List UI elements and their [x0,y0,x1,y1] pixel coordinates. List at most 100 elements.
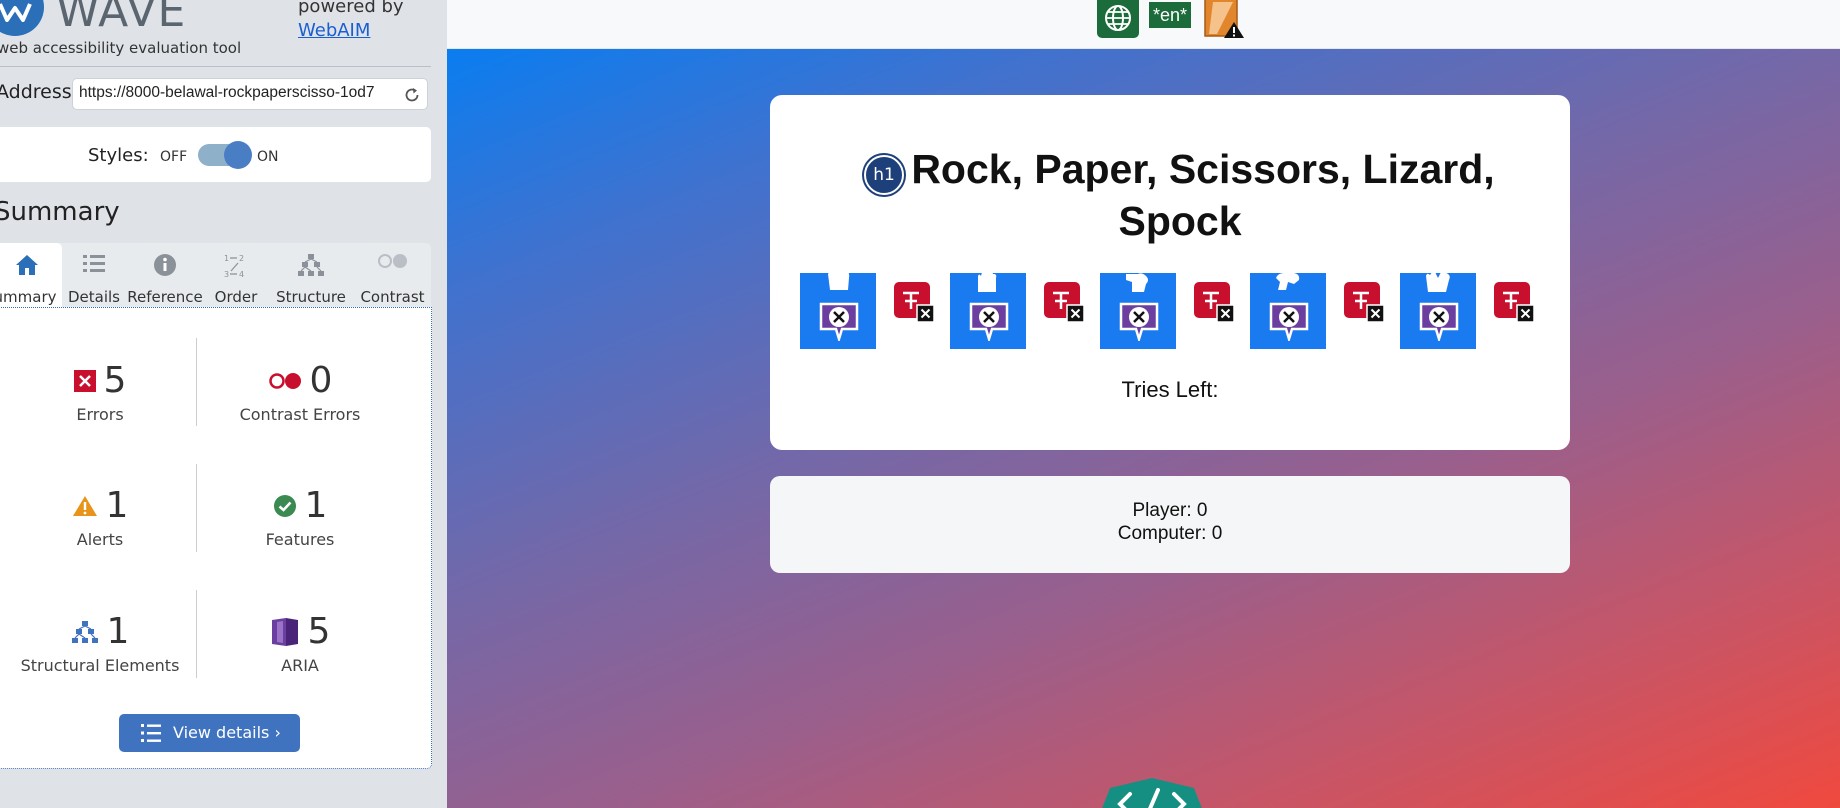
tab-label: Details [67,288,120,306]
stat-divider [196,464,197,552]
list-icon [141,724,161,742]
page-background: Rock, Paper, Scissors, Lizard, Spock h1 [447,49,1840,808]
tab-label: Summary [0,288,57,306]
aria-stat[interactable]: 5 ARIA [205,611,395,675]
computer-score: Computer: 0 [1117,523,1223,544]
reload-icon[interactable] [403,86,421,104]
svg-text:4: 4 [239,270,244,279]
wave-tagline: web accessibility evaluation tool [0,39,242,57]
tab-label: Order [214,288,258,306]
tab-contrast[interactable]: Contrast [354,243,431,307]
stat-divider [196,590,197,678]
language-badge[interactable]: *en* [1149,2,1192,28]
tab-details[interactable]: Details [62,243,126,307]
address-label: Address: [0,81,79,103]
features-stat[interactable]: 1 Features [205,485,395,549]
wave-logo-text: WAVE [56,0,187,37]
choice-rock[interactable] [800,270,876,349]
contrast-alert-icon[interactable] [1201,0,1249,42]
scissors-icon [1126,273,1148,292]
summary-panel: 5 Errors 0 Contrast Errors 1 Alerts 1 Fe… [0,307,432,769]
error-icon [73,369,96,392]
summary-heading: Summary [0,197,120,227]
alert-icon [72,495,97,516]
choice-scissors[interactable] [1100,273,1176,349]
svg-text:1: 1 [224,254,229,263]
styles-toggle[interactable] [198,141,252,169]
address-input[interactable] [79,84,397,102]
view-details-label: View details › [173,723,281,742]
contrast-errors-label: Contrast Errors [239,405,361,424]
page-title-text: Rock, Paper, Scissors, Lizard, Spock [911,146,1495,244]
error-icon[interactable] [1493,281,1535,323]
aria-icon [271,617,298,646]
player-score: Player: 0 [1132,500,1208,521]
spock-icon [1426,271,1450,292]
wave-page-toolbar: *en* [447,0,1840,49]
tab-label: Contrast [360,288,425,306]
contrast-errors-count: 0 [309,360,333,401]
list-icon [83,255,105,272]
tab-label: Structure [276,288,346,306]
wave-sidebar: WAVE web accessibility evaluation tool p… [0,0,447,808]
rock-icon [828,270,850,290]
view-details-button[interactable]: View details › [119,714,300,752]
structure-element-icon [71,620,98,643]
choice-lizard[interactable] [1250,273,1326,349]
toggle-knob[interactable] [224,141,252,169]
error-icon[interactable] [1343,281,1385,323]
errors-stat[interactable]: 5 Errors [5,360,195,424]
contrast-errors-stat[interactable]: 0 Contrast Errors [205,360,395,424]
tries-left-label: Tries Left: [1121,377,1219,402]
error-icon[interactable] [1193,281,1235,323]
code-view-button[interactable] [1096,778,1208,808]
alerts-count: 1 [105,485,129,526]
errors-count: 5 [103,360,127,401]
structural-stat[interactable]: 1 Structural Elements [5,611,195,675]
powered-by-label: powered by [298,0,404,17]
header-divider [0,66,431,67]
error-icon[interactable] [893,281,935,323]
h1-badge[interactable]: h1 [864,155,904,195]
alerts-label: Alerts [76,530,124,549]
styles-label: Styles: [88,145,149,166]
choice-spock[interactable] [1400,271,1476,349]
aria-error-badge-icon [1269,302,1309,341]
features-count: 1 [304,485,328,526]
structure-icon [298,254,324,276]
stat-divider [196,338,197,426]
svg-text:3: 3 [224,270,229,279]
wave-header: WAVE web accessibility evaluation tool p… [0,0,447,64]
tab-summary[interactable]: Summary [0,243,62,307]
contrast-error-icon [268,372,301,389]
styles-off-label: OFF [160,149,188,165]
order-icon: 1 2 3 4 [224,254,244,279]
scoreboard: Player: 0 Computer: 0 [770,476,1570,573]
features-label: Features [265,530,335,549]
globe-icon[interactable] [1097,0,1139,38]
tab-reference[interactable]: Reference [126,243,204,307]
webaim-link[interactable]: WebAIM [298,20,370,41]
wave-logo-icon [0,0,44,36]
aria-error-badge-icon [1119,302,1159,341]
info-icon [154,254,176,276]
home-icon [16,255,38,275]
tab-order[interactable]: 1 2 3 4 Order [204,243,268,307]
choice-paper[interactable] [950,270,1026,349]
tab-structure[interactable]: Structure [268,243,354,307]
tab-label: Reference [127,288,203,306]
game-card: Rock, Paper, Scissors, Lizard, Spock h1 [770,95,1570,450]
paper-icon [978,270,997,292]
styles-panel: Styles: OFF ON [0,127,431,182]
page-title: Rock, Paper, Scissors, Lizard, Spock [860,143,1500,247]
contrast-icon [377,254,407,268]
aria-count: 5 [307,611,331,652]
error-icon[interactable] [1043,281,1085,323]
aria-label: ARIA [281,656,319,675]
errors-label: Errors [76,405,124,424]
address-field[interactable] [72,78,428,110]
alerts-stat[interactable]: 1 Alerts [5,485,195,549]
aria-error-badge-icon [969,302,1009,341]
aria-error-badge-icon [1419,302,1459,341]
lizard-icon [1276,273,1300,290]
